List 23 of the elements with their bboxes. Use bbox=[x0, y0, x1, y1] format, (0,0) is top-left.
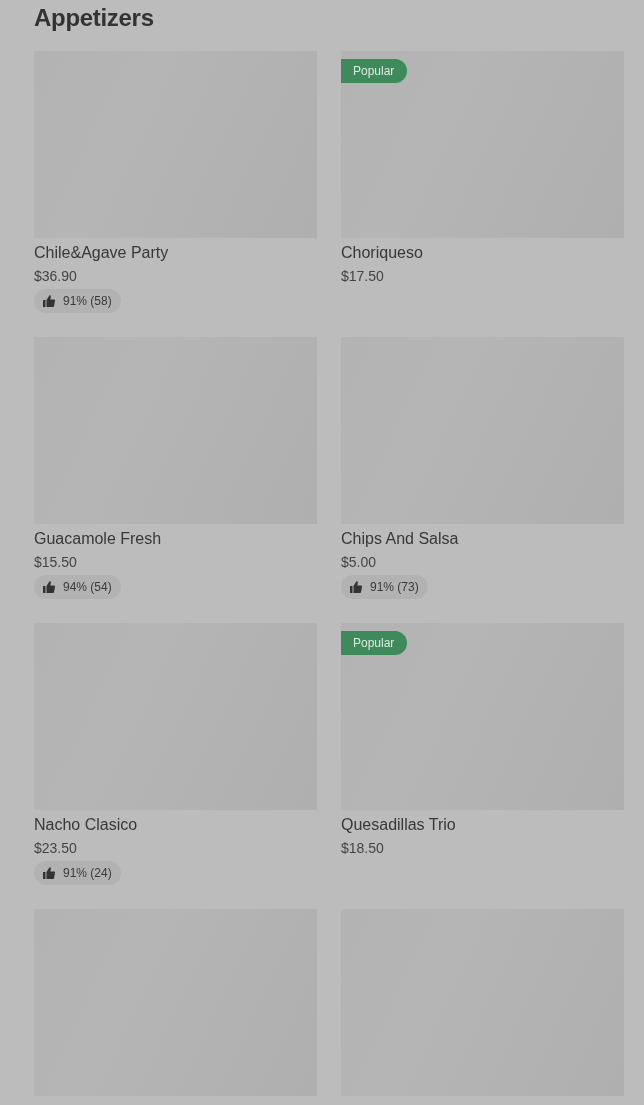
item-name: Chips And Salsa bbox=[341, 529, 459, 549]
section-title: Appetizers bbox=[34, 3, 155, 33]
rating-text: 91% (58) bbox=[63, 294, 112, 308]
thumbs-up-icon bbox=[350, 581, 362, 593]
item-name: Quesadillas Trio bbox=[341, 815, 456, 835]
thumbs-up-icon bbox=[43, 867, 55, 879]
popular-badge: Popular bbox=[341, 631, 408, 655]
item-price: $23.50 bbox=[34, 839, 77, 858]
rating-text: 91% (73) bbox=[370, 580, 419, 594]
thumbs-up-icon bbox=[43, 295, 55, 307]
rating-text: 91% (24) bbox=[63, 866, 112, 880]
item-price: $18.50 bbox=[341, 839, 384, 858]
popular-badge: Popular bbox=[341, 59, 408, 83]
item-name: Chile&Agave Party bbox=[34, 243, 169, 263]
rating-text: 94% (54) bbox=[63, 580, 112, 594]
thumbs-up-icon bbox=[43, 581, 55, 593]
item-price: $17.50 bbox=[341, 267, 384, 286]
item-name: Nacho Clasico bbox=[34, 815, 138, 835]
item-name: Choriqueso bbox=[341, 243, 423, 263]
item-price: $36.90 bbox=[34, 267, 77, 286]
item-price: $15.50 bbox=[34, 553, 77, 572]
item-name: Guacamole Fresh bbox=[34, 529, 162, 549]
item-price: $5.00 bbox=[341, 553, 377, 572]
